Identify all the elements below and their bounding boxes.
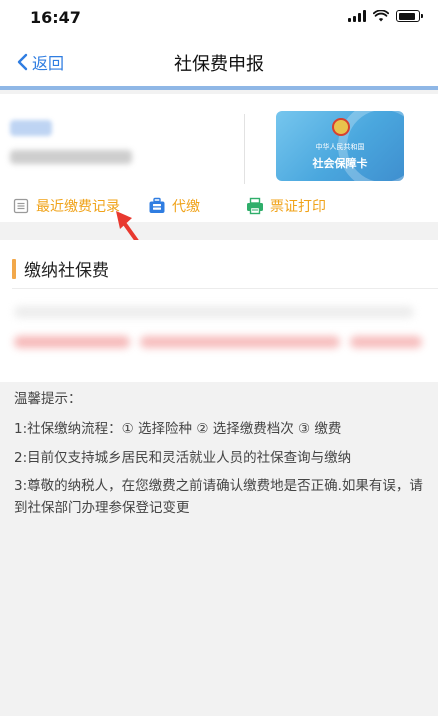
printer-icon bbox=[246, 197, 264, 215]
redacted-row bbox=[350, 336, 422, 348]
card-line-2: 社会保障卡 bbox=[312, 157, 368, 170]
page-title: 社保费申报 bbox=[174, 54, 264, 75]
proxy-payment-label: 代缴 bbox=[172, 199, 200, 215]
receipt-print-label: 票证打印 bbox=[270, 199, 326, 215]
user-card: 中华人民共和国 社会保障卡 最近缴费记录 代缴 票证打印 bbox=[0, 94, 438, 222]
tip-line-1: 1:社保缴纳流程：① 选择险种 ② 选择缴费档次 ③ 缴费 bbox=[14, 421, 342, 438]
status-icons bbox=[348, 10, 423, 22]
tips-panel: 温馨提示： 1:社保缴纳流程：① 选择险种 ② 选择缴费档次 ③ 缴费 2:目前… bbox=[14, 388, 430, 525]
redacted-row bbox=[14, 306, 414, 318]
battery-icon bbox=[396, 10, 423, 22]
pay-social-security-section: 缴纳社保费 bbox=[0, 240, 438, 382]
user-id-redacted bbox=[10, 150, 132, 164]
wifi-icon bbox=[373, 10, 389, 22]
nav-bar: 返回 社保费申报 bbox=[0, 36, 438, 90]
social-security-card-image: 中华人民共和国 社会保障卡 bbox=[276, 111, 404, 181]
national-emblem-icon bbox=[332, 118, 350, 136]
user-name-redacted bbox=[10, 120, 52, 136]
recent-payment-records-label: 最近缴费记录 bbox=[36, 199, 120, 215]
tip-line-3: 3:尊敬的纳税人，在您缴费之前请确认缴费地是否正确.如果有误，请到社保部门办理参… bbox=[14, 477, 423, 517]
redacted-row bbox=[14, 336, 130, 348]
section-accent-bar bbox=[12, 258, 16, 279]
receipt-print-button[interactable]: 票证打印 bbox=[246, 196, 326, 216]
recent-payment-records-button[interactable]: 最近缴费记录 bbox=[12, 196, 120, 216]
redacted-row bbox=[140, 336, 340, 348]
card-divider bbox=[244, 114, 245, 184]
section-heading: 缴纳社保费 bbox=[12, 256, 109, 281]
section-title: 缴纳社保费 bbox=[24, 261, 109, 281]
signal-icon bbox=[348, 10, 366, 22]
status-time: 16:47 bbox=[30, 8, 81, 27]
tip-line-2: 2:目前仅支持城乡居民和灵活就业人员的社保查询与缴纳 bbox=[14, 449, 352, 466]
card-line-1: 中华人民共和国 bbox=[315, 143, 365, 151]
status-bar: 16:47 bbox=[0, 0, 438, 36]
section-divider bbox=[12, 288, 438, 289]
tips-heading: 温馨提示： bbox=[14, 391, 82, 407]
document-icon bbox=[12, 197, 30, 215]
